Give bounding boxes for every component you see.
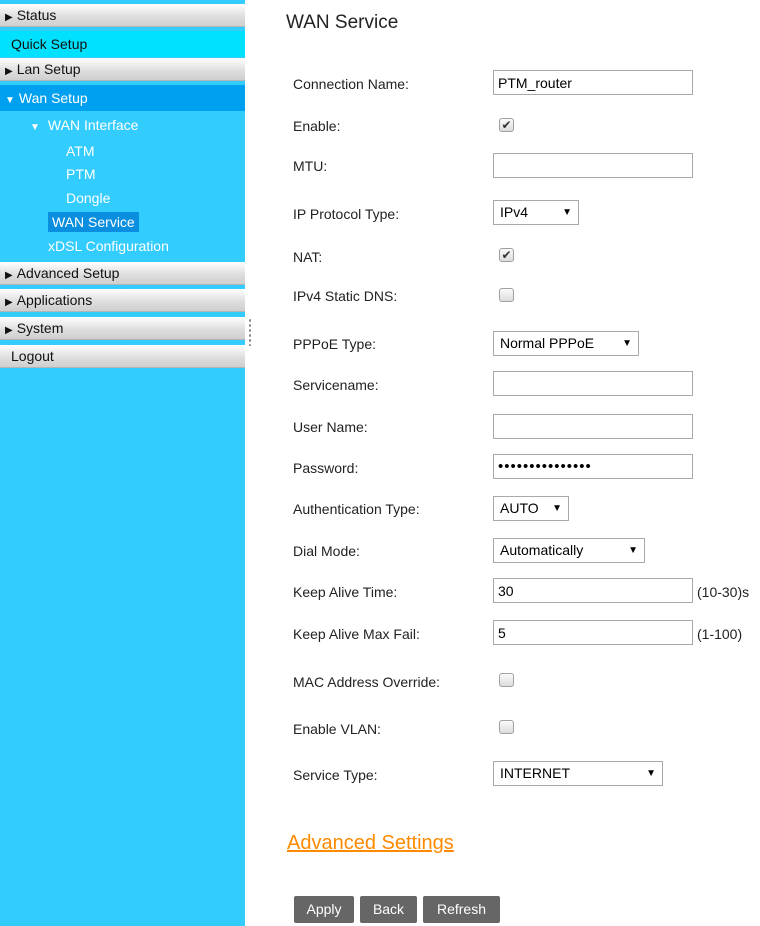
nav-logout-label: Logout	[11, 348, 54, 364]
nav-wan-interface[interactable]: ▼ WAN Interface	[30, 116, 138, 137]
nav-applications[interactable]: ▶ Applications	[0, 289, 245, 312]
checkmark-icon: ✔	[501, 248, 512, 262]
keep-alive-time-label: Keep Alive Time:	[293, 584, 398, 600]
dropdown-arrow-icon: ▼	[628, 545, 638, 556]
ip-protocol-type-label: IP Protocol Type:	[293, 206, 400, 222]
dropdown-arrow-icon: ▼	[552, 503, 562, 514]
dial-mode-select[interactable]: Automatically ▼	[493, 538, 645, 563]
service-type-select[interactable]: INTERNET ▼	[493, 761, 663, 786]
advanced-settings-link[interactable]: Advanced Settings	[287, 832, 454, 855]
service-type-value: INTERNET	[500, 765, 570, 781]
nav-dongle-label: Dongle	[66, 190, 111, 206]
dropdown-arrow-icon: ▼	[646, 768, 656, 779]
triangle-right-icon: ▶	[5, 325, 13, 336]
pppoe-type-label: PPPoE Type:	[293, 336, 377, 352]
nav-atm[interactable]: ATM	[66, 142, 95, 160]
nav-advanced-setup[interactable]: ▶ Advanced Setup	[0, 262, 245, 285]
keep-alive-max-fail-label: Keep Alive Max Fail:	[293, 626, 420, 642]
password-input[interactable]	[493, 454, 693, 479]
connection-name-input[interactable]	[493, 70, 693, 95]
refresh-button[interactable]: Refresh	[423, 896, 500, 923]
triangle-right-icon: ▶	[5, 66, 13, 77]
keep-alive-max-fail-input[interactable]	[493, 620, 693, 645]
nav-logout[interactable]: Logout	[0, 345, 245, 368]
servicename-input[interactable]	[493, 371, 693, 396]
authentication-type-label: Authentication Type:	[293, 501, 420, 517]
nav-ptm-label: PTM	[66, 166, 96, 182]
mtu-label: MTU:	[293, 158, 328, 174]
ipv4-static-dns-label: IPv4 Static DNS:	[293, 288, 398, 304]
ip-protocol-type-select[interactable]: IPv4 ▼	[493, 200, 579, 225]
mac-address-override-checkbox[interactable]	[499, 673, 514, 687]
nat-checkbox[interactable]: ✔	[499, 248, 514, 262]
pppoe-type-value: Normal PPPoE	[500, 335, 595, 351]
servicename-label: Servicename:	[293, 377, 379, 393]
enable-label: Enable:	[293, 118, 341, 134]
authentication-type-value: AUTO	[500, 500, 539, 516]
triangle-down-icon: ▼	[5, 95, 15, 106]
user-name-label: User Name:	[293, 419, 368, 435]
triangle-right-icon: ▶	[5, 270, 13, 281]
nav-lan-setup-label: Lan Setup	[16, 61, 81, 77]
page-title: WAN Service	[286, 12, 399, 33]
back-button[interactable]: Back	[360, 896, 417, 923]
nav-wan-setup[interactable]: ▼ Wan Setup	[0, 85, 245, 111]
nav-quick-setup[interactable]: Quick Setup	[0, 31, 245, 57]
dial-mode-value: Automatically	[500, 542, 584, 558]
nav-ptm[interactable]: PTM	[66, 165, 96, 183]
ip-protocol-type-value: IPv4	[500, 204, 529, 220]
keep-alive-max-fail-hint: (1-100)	[697, 626, 743, 642]
dropdown-arrow-icon: ▼	[562, 207, 572, 218]
mac-address-override-label: MAC Address Override:	[293, 674, 441, 690]
dial-mode-label: Dial Mode:	[293, 543, 360, 559]
nav-system[interactable]: ▶ System	[0, 317, 245, 340]
nav-xdsl-label: xDSL Configuration	[48, 238, 169, 254]
nav-lan-setup[interactable]: ▶ Lan Setup	[0, 58, 245, 81]
nav-status[interactable]: ▶ Status	[0, 4, 245, 27]
nav-atm-label: ATM	[66, 143, 95, 159]
triangle-down-icon: ▼	[30, 122, 40, 133]
checkmark-icon: ✔	[501, 118, 512, 132]
ipv4-static-dns-checkbox[interactable]	[499, 288, 514, 302]
user-name-input[interactable]	[493, 414, 693, 439]
nav-system-label: System	[16, 320, 64, 336]
nav-wan-interface-label: WAN Interface	[47, 117, 139, 133]
enable-checkbox[interactable]: ✔	[499, 118, 514, 132]
keep-alive-time-input[interactable]	[493, 578, 693, 603]
nav-applications-label: Applications	[16, 292, 93, 308]
nav-wan-service-label: WAN Service	[52, 214, 135, 230]
nat-label: NAT:	[293, 249, 323, 265]
service-type-label: Service Type:	[293, 767, 378, 783]
nav-dongle[interactable]: Dongle	[66, 189, 110, 207]
sidebar-resize-handle[interactable]	[248, 318, 252, 346]
enable-vlan-checkbox[interactable]	[499, 720, 514, 734]
apply-button[interactable]: Apply	[294, 896, 354, 923]
enable-vlan-label: Enable VLAN:	[293, 721, 381, 737]
nav-status-label: Status	[16, 7, 57, 23]
nav-wan-setup-label: Wan Setup	[18, 90, 88, 106]
dropdown-arrow-icon: ▼	[622, 338, 632, 349]
connection-name-label: Connection Name:	[293, 76, 409, 92]
triangle-right-icon: ▶	[5, 12, 13, 23]
mtu-input[interactable]	[493, 153, 693, 178]
nav-xdsl-configuration[interactable]: xDSL Configuration	[48, 237, 169, 255]
sidebar: ▶ Status Quick Setup ▶ Lan Setup ▼ Wan Setu…	[0, 0, 245, 926]
authentication-type-select[interactable]: AUTO ▼	[493, 496, 569, 521]
keep-alive-time-hint: (10-30)s	[697, 584, 750, 600]
nav-wan-service[interactable]: WAN Service	[48, 212, 139, 232]
nav-advanced-setup-label: Advanced Setup	[16, 265, 120, 281]
password-label: Password:	[293, 460, 359, 476]
nav-quick-setup-label: Quick Setup	[11, 36, 88, 52]
pppoe-type-select[interactable]: Normal PPPoE ▼	[493, 331, 639, 356]
triangle-right-icon: ▶	[5, 297, 13, 308]
